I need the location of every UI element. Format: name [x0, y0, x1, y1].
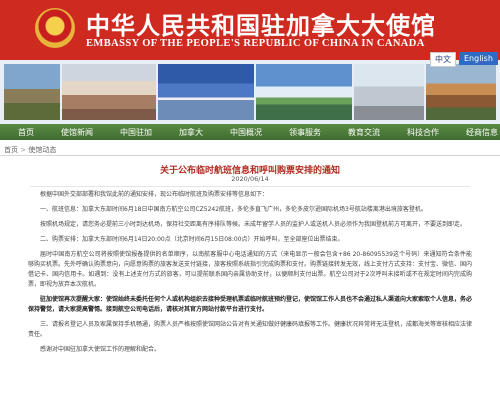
article-paragraph: 三、请报名登记人员及家属保持手机畅通，购票人员严格按照使馆网站公告对有关通知做好… — [28, 321, 473, 338]
main-nav: 首页 使馆新闻 中国驻加 加拿大 中国概况 领事服务 教育交流 科技合作 经商信… — [0, 124, 500, 140]
divider — [0, 155, 500, 156]
banner-photo-great-wall — [4, 64, 60, 120]
nav-item-embassy-news[interactable]: 使馆新闻 — [61, 127, 93, 138]
article-body: 根据中国外交部部署和我馆此前的通知安排，现公布临时航班及购票安排等信息如下： 一… — [28, 190, 472, 360]
article-paragraph: 一、航班信息：加拿大东部时间6月18日中国南方航空公司CZ5242航班，多伦多直… — [40, 206, 427, 213]
breadcrumb: 首页 > 使馆动态 — [4, 145, 56, 155]
breadcrumb-section-link[interactable]: 使馆动态 — [28, 146, 56, 154]
nav-item-consular[interactable]: 领事服务 — [289, 127, 321, 138]
nav-item-china-overview[interactable]: 中国概况 — [230, 127, 262, 138]
article-paragraph: 二、购票安排：加拿大东部时间6月14日20:00点（北京时间6月15日08:00… — [40, 236, 344, 243]
language-english-button[interactable]: English — [459, 52, 498, 65]
site-title-cn: 中华人民共和国驻加拿大大使馆 — [86, 11, 436, 40]
article-paragraph: 按照机场规定，请您务必提前三小时到达机场，保持社交距离有序排队等候。未成年留学人… — [40, 221, 467, 228]
banner-photo-city-night — [158, 64, 254, 120]
nav-item-canada[interactable]: 加拿大 — [179, 127, 203, 138]
site-title-en: EMBASSY OF THE PEOPLE'S REPUBLIC OF CHIN… — [86, 38, 425, 49]
article-date: 2020/06/14 — [231, 175, 269, 183]
nav-item-education[interactable]: 教育交流 — [348, 127, 380, 138]
photo-banner — [0, 60, 500, 124]
article-paragraph: 届时中国南方航空公司将按照使馆报备提供的名单顺序，以南航客服中心电话通知的方式（… — [28, 251, 473, 288]
article-paragraph: 根据中国外交部部署和我馆此前的通知安排，现公布临时航班及购票安排等信息如下： — [40, 191, 269, 198]
breadcrumb-separator: > — [20, 146, 27, 154]
banner-photo-architecture — [62, 64, 156, 120]
nav-item-business[interactable]: 经商信息 — [466, 127, 498, 138]
article-warning-paragraph: 驻加使馆再次提醒大家：使馆始终未委托任何个人或机构组织去接种受理机票或临时航班预… — [28, 296, 473, 313]
breadcrumb-home-link[interactable]: 首页 — [4, 146, 18, 154]
banner-photo-waterfall — [256, 64, 352, 120]
site-header: ★ 中华人民共和国驻加拿大大使馆 EMBASSY OF THE PEOPLE'S… — [0, 0, 500, 60]
article-paragraph: 感谢对中国驻加拿大使馆工作的理解和配合。 — [40, 346, 161, 353]
banner-photo-palace — [426, 64, 496, 120]
nav-item-home[interactable]: 首页 — [18, 127, 34, 138]
banner-photo-stadium — [354, 64, 424, 120]
article-divider — [30, 186, 470, 187]
national-emblem-icon: ★ — [35, 8, 75, 48]
language-chinese-button[interactable]: 中文 — [430, 52, 456, 67]
nav-item-science[interactable]: 科技合作 — [407, 127, 439, 138]
nav-item-china-in-canada[interactable]: 中国驻加 — [120, 127, 152, 138]
